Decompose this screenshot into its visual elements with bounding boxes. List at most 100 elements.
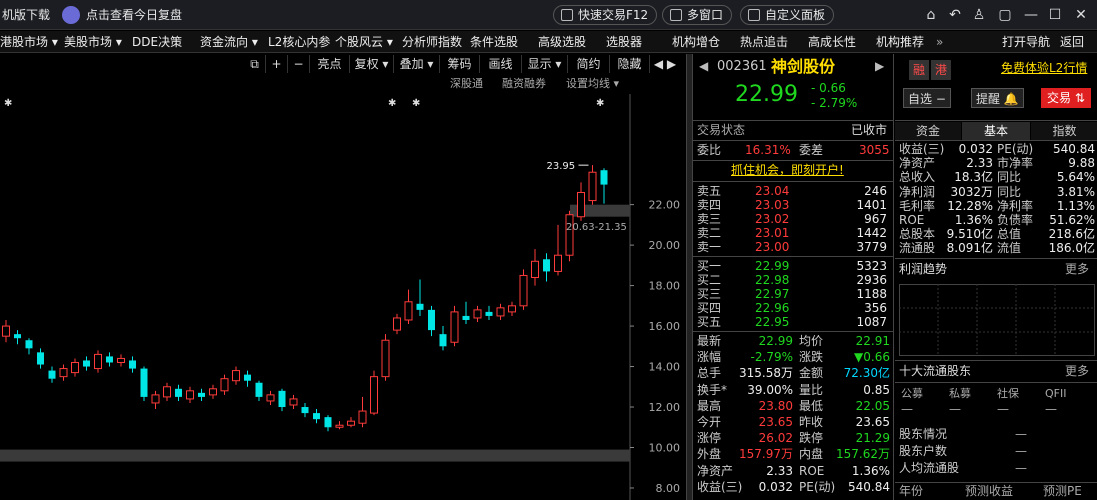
candle-body xyxy=(381,339,390,378)
skin-icon[interactable]: ♙ xyxy=(970,6,988,24)
open-account-link[interactable]: 抓住机会，即刻开户! xyxy=(731,164,844,177)
order-price[interactable]: 23.03 xyxy=(755,199,789,212)
nav-fund-flow[interactable]: 资金流向 ▾ xyxy=(200,34,258,50)
stat-value: ▼0.66 xyxy=(854,350,890,365)
nav-stock-story[interactable]: 个股风云 ▾ xyxy=(335,34,393,50)
forecast-pe-tab[interactable]: 预测PE xyxy=(1043,485,1082,498)
nav-dde[interactable]: DDE决策 xyxy=(132,34,182,50)
stat-label: 最新 xyxy=(697,334,722,348)
open-nav-button[interactable]: 打开导航 xyxy=(1002,34,1050,50)
order-price[interactable]: 22.98 xyxy=(755,274,789,287)
kline-svg[interactable]: 22.00 20.00 18.00 16.00 14.00 12.00 10.00 8.00 2… xyxy=(0,94,686,500)
nav-l2-ref[interactable]: L2核心内参 xyxy=(268,34,330,50)
daily-replay-link[interactable]: 点击查看今日复盘 xyxy=(86,6,182,24)
quick-trade-button[interactable]: 快速交易F12 xyxy=(553,5,658,25)
order-price[interactable]: 23.04 xyxy=(755,185,789,198)
overlay-dropdown[interactable]: 叠加 ▾ xyxy=(394,55,440,73)
order-price[interactable]: 22.95 xyxy=(755,316,789,329)
zoom-out-button[interactable]: − xyxy=(288,55,310,73)
nav-stock-picker[interactable]: 选股器 xyxy=(606,34,642,50)
close-icon[interactable]: ✕ xyxy=(1072,6,1090,24)
nav-more-icon[interactable]: » xyxy=(936,34,943,50)
holder-type-label: 公募 xyxy=(901,387,923,400)
minimize-icon[interactable]: — xyxy=(1022,6,1040,24)
margin-link[interactable]: 融资融券 xyxy=(502,77,546,91)
multi-window-button[interactable]: 多窗口 xyxy=(662,5,733,25)
fund-value: 9.88 xyxy=(1068,156,1095,171)
price-change-pct: - 2.79% xyxy=(811,96,858,110)
nav-inst-recommend[interactable]: 机构推荐 xyxy=(876,34,924,50)
maximize-icon[interactable]: ☐ xyxy=(1046,6,1064,24)
order-price[interactable]: 22.97 xyxy=(755,288,789,301)
trade-button[interactable]: 交易 ⇅ xyxy=(1041,88,1091,108)
stat-label: PE(动) xyxy=(799,479,836,494)
prev-stock-icon[interactable]: ◀ xyxy=(699,60,708,73)
highlight-button[interactable]: 亮点 xyxy=(310,55,350,73)
remind-button[interactable]: 提醒 🔔 xyxy=(971,88,1024,108)
hide-button[interactable]: 隐藏 xyxy=(610,55,650,73)
order-volume: 5323 xyxy=(856,259,887,273)
deep-connect-link[interactable]: 深股通 xyxy=(450,77,483,91)
candle-body xyxy=(565,214,574,256)
y-tick-label: 20.00 xyxy=(649,239,681,252)
nav-inst-increase[interactable]: 机构增仓 xyxy=(672,34,720,50)
nav-analyst-index[interactable]: 分析师指数 xyxy=(402,34,462,50)
zoom-in-button[interactable]: + xyxy=(266,55,288,73)
layout-icon[interactable]: ⧉ xyxy=(244,55,266,73)
chips-button[interactable]: 筹码 xyxy=(440,55,480,73)
order-label: 买三 xyxy=(697,287,722,301)
home-icon[interactable]: ⌂ xyxy=(922,6,940,24)
candle-body xyxy=(301,407,309,414)
fund-label: 毛利率 xyxy=(899,198,936,213)
custom-panel-button[interactable]: 自定义面板 xyxy=(740,5,835,25)
nav-condition-pick[interactable]: 条件选股 xyxy=(470,34,518,50)
mobile-download-link[interactable]: 机版下载 xyxy=(2,6,50,24)
back-icon[interactable]: ↶ xyxy=(946,6,964,24)
nav-us-market[interactable]: 美股市场 ▾ xyxy=(64,34,122,50)
candle-body xyxy=(232,370,240,382)
holder-info-label: 人均流通股 xyxy=(899,461,960,475)
draw-line-button[interactable]: 画线 xyxy=(480,55,522,73)
stat-value: 157.62万 xyxy=(836,447,890,462)
order-price[interactable]: 22.96 xyxy=(755,302,789,315)
forecast-eps-tab[interactable]: 预测收益 xyxy=(965,485,1013,498)
year-tab[interactable]: 年份 xyxy=(899,485,923,498)
candle-body xyxy=(266,394,275,402)
order-label: 买二 xyxy=(697,273,722,287)
l2-trial-link[interactable]: 免费体验L2行情 xyxy=(1001,62,1087,75)
simple-button[interactable]: 简约 xyxy=(568,55,610,73)
adjust-dropdown[interactable]: 复权 ▾ xyxy=(350,55,394,73)
order-price[interactable]: 23.01 xyxy=(755,227,789,240)
nav-hot-spot[interactable]: 热点追击 xyxy=(740,34,788,50)
nav-advanced-pick[interactable]: 高级选股 xyxy=(538,34,586,50)
fund-label: 总值 xyxy=(997,227,1022,242)
holders-more-link[interactable]: 更多 xyxy=(1065,365,1089,378)
tab-index[interactable]: 指数 xyxy=(1031,122,1097,140)
display-dropdown[interactable]: 显示 ▾ xyxy=(522,55,568,73)
stat-value: 1.36% xyxy=(851,463,890,478)
candle-body xyxy=(600,170,608,185)
candle-body xyxy=(462,315,470,320)
ma-setting-dropdown[interactable]: 设置均线 ▾ xyxy=(566,77,619,91)
scroll-arrows-icon[interactable]: ◀ ▶ xyxy=(650,55,680,73)
order-price[interactable]: 23.00 xyxy=(755,241,789,254)
tab-basic[interactable]: 基本 xyxy=(962,122,1030,140)
nav-hk-market[interactable]: 港股市场 ▾ xyxy=(0,34,58,50)
tab-fund[interactable]: 资金 xyxy=(895,122,961,140)
nav-high-growth[interactable]: 高成长性 xyxy=(808,34,856,50)
stat-value: 26.02 xyxy=(758,431,793,446)
fund-label: ROE xyxy=(899,213,925,227)
watchlist-button[interactable]: 自选 − xyxy=(903,88,951,108)
candle-body xyxy=(255,382,263,397)
order-price[interactable]: 23.02 xyxy=(755,213,789,226)
box-icon[interactable]: ▢ xyxy=(996,6,1014,24)
return-button[interactable]: 返回 xyxy=(1060,34,1084,50)
candle-body xyxy=(140,368,148,397)
next-stock-icon[interactable]: ▶ xyxy=(875,60,884,73)
fund-value: 8.091亿 xyxy=(946,241,993,256)
stat-value: 22.99 xyxy=(758,334,793,348)
candle-body xyxy=(508,305,516,313)
order-price[interactable]: 22.99 xyxy=(755,260,789,273)
profit-more-link[interactable]: 更多 xyxy=(1065,263,1089,276)
stat-label: 昨收 xyxy=(799,415,824,429)
